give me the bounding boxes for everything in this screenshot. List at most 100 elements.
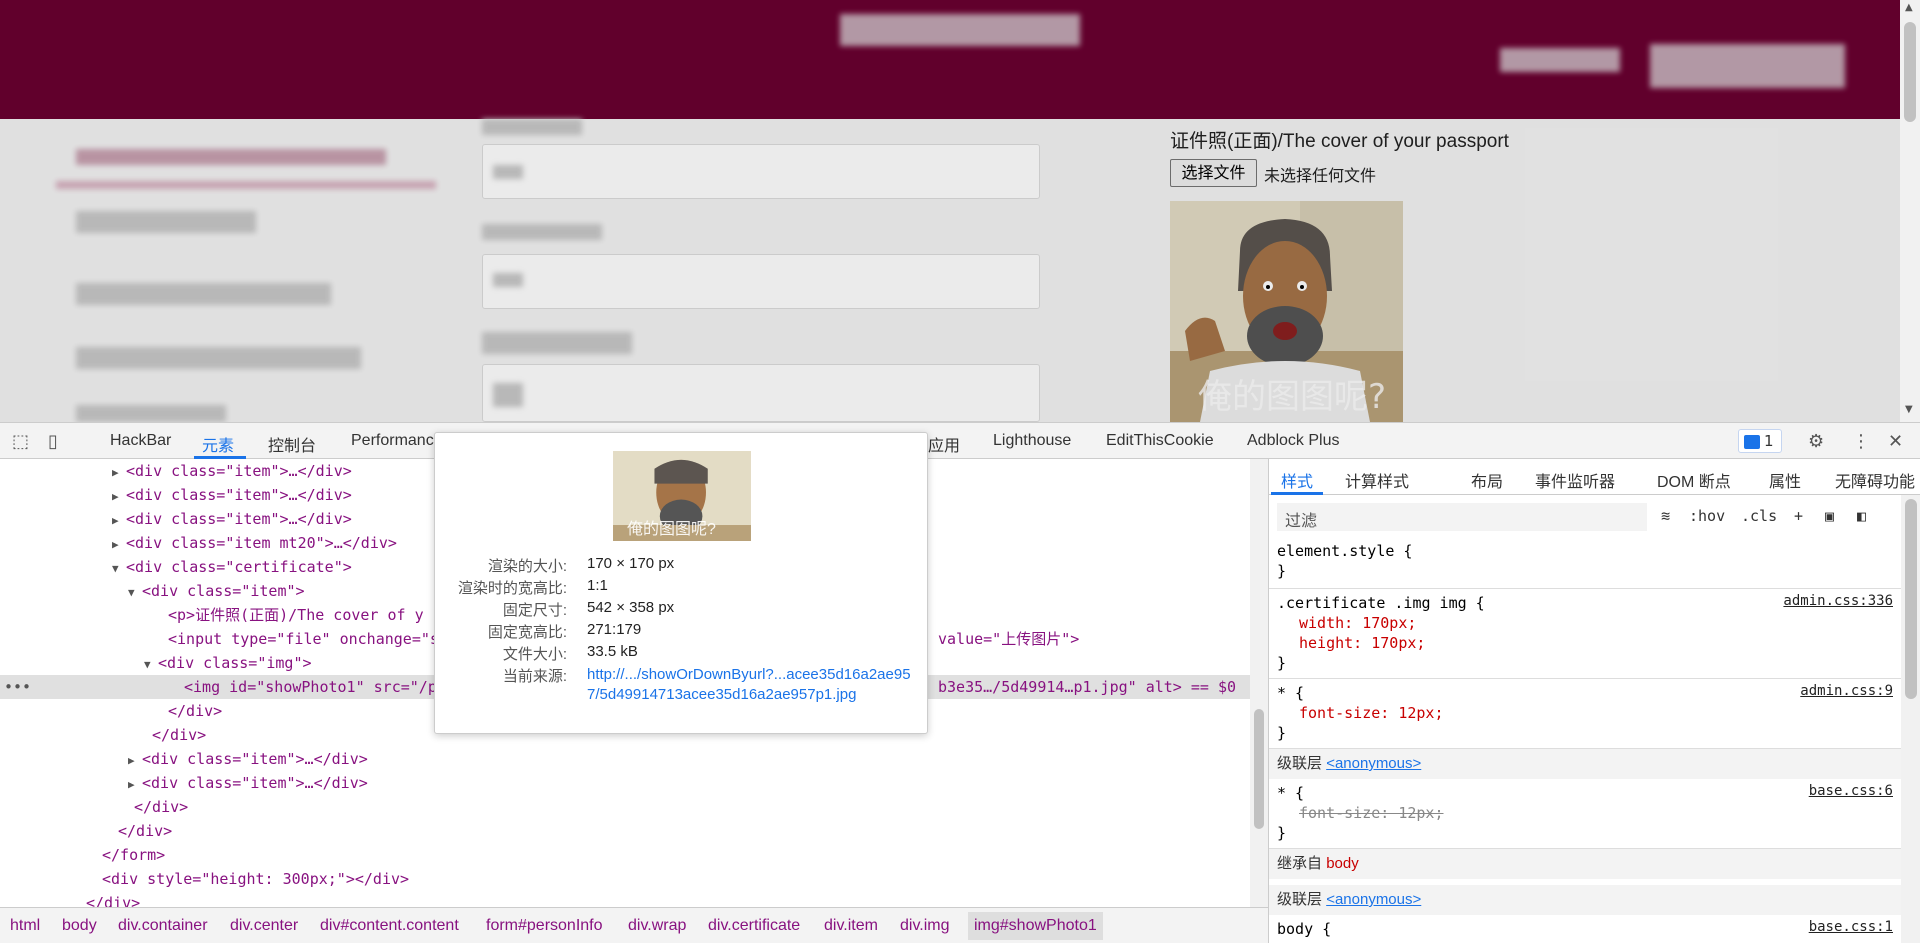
breadcrumb-item[interactable]: html <box>10 917 40 935</box>
collapse-icon[interactable]: ▼ <box>144 653 158 677</box>
device-toolbar-icon[interactable]: ▯ <box>48 431 58 452</box>
dom-node-markup[interactable]: <div class="item">…</div> <box>126 510 352 528</box>
side-tab[interactable]: 属性 <box>1769 468 1801 492</box>
gear-icon[interactable]: ⚙ <box>1808 431 1824 452</box>
paint-icon[interactable]: ≋ <box>1661 507 1670 525</box>
sidebar-toggle-icon[interactable]: ◧ <box>1857 507 1866 525</box>
expand-icon[interactable]: ▶ <box>112 461 126 485</box>
breadcrumb-item[interactable]: div.item <box>824 917 878 935</box>
tab-lighthouse[interactable]: Lighthouse <box>993 432 1071 450</box>
collapse-icon[interactable]: ▼ <box>112 557 126 581</box>
dom-node-markup[interactable]: <div class="item">…</div> <box>142 774 368 792</box>
side-tab[interactable]: 布局 <box>1471 468 1503 492</box>
dom-node-tail[interactable]: value="上传图片"> <box>938 627 1079 651</box>
scroll-down-icon[interactable]: ▼ <box>1905 404 1913 415</box>
rule-selector[interactable]: * { <box>1277 683 1304 703</box>
dom-node-line[interactable]: </div> <box>0 891 1250 907</box>
layer-link[interactable]: <anonymous> <box>1326 891 1421 908</box>
css-prop-height[interactable]: height: 170px; <box>1299 633 1425 653</box>
tab-hackbar[interactable]: HackBar <box>110 432 171 450</box>
breadcrumb-item[interactable]: div.img <box>900 917 950 935</box>
expand-icon[interactable]: ▶ <box>128 749 142 773</box>
dom-node-markup[interactable]: <div class="item"> <box>142 582 305 600</box>
side-tab[interactable]: 无障碍功能 <box>1835 468 1915 492</box>
expand-icon[interactable]: ▶ <box>112 533 126 557</box>
side-tab[interactable]: 样式 <box>1281 468 1313 492</box>
dom-node-markup[interactable]: <div class="certificate"> <box>126 558 352 576</box>
breadcrumb-item[interactable]: div.container <box>118 917 208 935</box>
new-rule-button[interactable]: + <box>1794 507 1803 525</box>
rule-selector[interactable]: .certificate .img img { <box>1277 593 1485 613</box>
layer-link[interactable]: <anonymous> <box>1326 755 1421 772</box>
computed-toggle-icon[interactable]: ▣ <box>1825 507 1834 525</box>
cls-toggle[interactable]: .cls <box>1741 507 1777 525</box>
expand-icon[interactable]: ▶ <box>112 485 126 509</box>
rule-selector[interactable]: * { <box>1277 783 1304 803</box>
dom-node-markup[interactable]: <div class="item">…</div> <box>126 462 352 480</box>
dom-node-markup[interactable]: </div> <box>168 702 222 720</box>
scrollbar-thumb[interactable] <box>1904 22 1916 122</box>
dom-node-markup[interactable]: </div> <box>152 726 206 744</box>
rule-source-link[interactable]: base.css:6 <box>1809 783 1893 799</box>
dom-node-line[interactable]: </form> <box>0 843 1250 867</box>
breadcrumb-item[interactable]: body <box>62 917 97 935</box>
tab-adblock-plus[interactable]: Adblock Plus <box>1247 432 1340 450</box>
dom-node-line[interactable]: ▶ <div class="item">…</div> <box>0 747 1250 771</box>
rule-selector[interactable]: element.style { <box>1277 541 1412 561</box>
dom-node-markup[interactable]: <input type="file" onchange="s <box>168 630 439 648</box>
breadcrumb-item[interactable]: div.center <box>230 917 298 935</box>
dom-node-markup[interactable]: </div> <box>118 822 172 840</box>
breadcrumb-item[interactable]: div.certificate <box>708 917 800 935</box>
more-options-icon[interactable]: ⋮ <box>1852 431 1870 452</box>
tab-console[interactable]: 控制台 <box>268 432 316 456</box>
css-prop-font-size[interactable]: font-size: 12px; <box>1299 703 1444 723</box>
dom-node-markup[interactable]: <div style="height: 300px;"></div> <box>102 870 409 888</box>
hov-toggle[interactable]: :hov <box>1689 507 1725 525</box>
dom-node-markup[interactable]: <div class="item mt20">…</div> <box>126 534 397 552</box>
collapse-icon[interactable]: ▼ <box>128 581 142 605</box>
rule-source-link[interactable]: admin.css:336 <box>1783 593 1893 609</box>
dom-node-markup[interactable]: <img id="showPhoto1" src="/p <box>184 678 437 696</box>
tab-editthiscookie[interactable]: EditThisCookie <box>1106 432 1214 450</box>
dom-node-markup[interactable]: </form> <box>102 846 165 864</box>
rule-source-link[interactable]: admin.css:9 <box>1800 683 1893 699</box>
form-input[interactable] <box>482 144 1040 199</box>
inspect-element-icon[interactable]: ⬚ <box>12 431 29 452</box>
breadcrumb-item[interactable]: div#content.content <box>320 917 459 935</box>
dom-node-markup[interactable]: </div> <box>134 798 188 816</box>
dom-node-markup[interactable]: <div class="item">…</div> <box>142 750 368 768</box>
css-prop-overridden[interactable]: font-size: 12px; <box>1299 803 1444 823</box>
side-tab[interactable]: 事件监听器 <box>1535 468 1615 492</box>
dom-node-line[interactable]: ▶ <div class="item">…</div> <box>0 771 1250 795</box>
dom-node-markup[interactable]: <div class="item">…</div> <box>126 486 352 504</box>
tab-elements[interactable]: 元素 <box>202 432 234 456</box>
dom-node-line[interactable]: </div> <box>0 795 1250 819</box>
tt-source-url[interactable]: http://.../showOrDownByurl?...acee35d16a… <box>587 665 917 705</box>
breadcrumb-item[interactable]: div.wrap <box>628 917 686 935</box>
breadcrumb-item[interactable]: form#personInfo <box>486 917 603 935</box>
scroll-up-icon[interactable]: ▲ <box>1905 2 1913 13</box>
dom-node-markup[interactable]: </div> <box>86 894 140 907</box>
close-icon[interactable]: ✕ <box>1888 431 1903 452</box>
form-input[interactable] <box>482 364 1040 422</box>
expand-icon[interactable]: ▶ <box>112 509 126 533</box>
inherited-tag[interactable]: body <box>1326 855 1359 872</box>
choose-file-button[interactable]: 选择文件 <box>1170 159 1257 187</box>
tab-performance[interactable]: Performanc <box>351 432 434 450</box>
side-tab[interactable]: DOM 断点 <box>1657 468 1731 492</box>
dom-node-line[interactable]: </div> <box>0 819 1250 843</box>
side-tab[interactable]: 计算样式 <box>1345 468 1409 492</box>
breadcrumb-item[interactable]: img#showPhoto1 <box>968 912 1103 940</box>
styles-scrollbar[interactable] <box>1901 495 1920 943</box>
more-actions-icon[interactable]: ••• <box>4 675 31 699</box>
rule-selector[interactable]: body { <box>1277 919 1331 939</box>
elements-scrollbar[interactable] <box>1250 459 1268 907</box>
rule-source-link[interactable]: base.css:1 <box>1809 919 1893 935</box>
styles-filter-input[interactable]: 过滤 <box>1277 503 1647 531</box>
dom-node-markup[interactable]: <p>证件照(正面)/The cover of y <box>168 606 424 624</box>
dom-node-line[interactable]: <div style="height: 300px;"></div> <box>0 867 1250 891</box>
css-prop-width[interactable]: width: 170px; <box>1299 613 1416 633</box>
tab-application[interactable]: 应用 <box>928 432 960 456</box>
issues-badge[interactable]: 1 <box>1738 429 1782 453</box>
form-input[interactable] <box>482 254 1040 309</box>
